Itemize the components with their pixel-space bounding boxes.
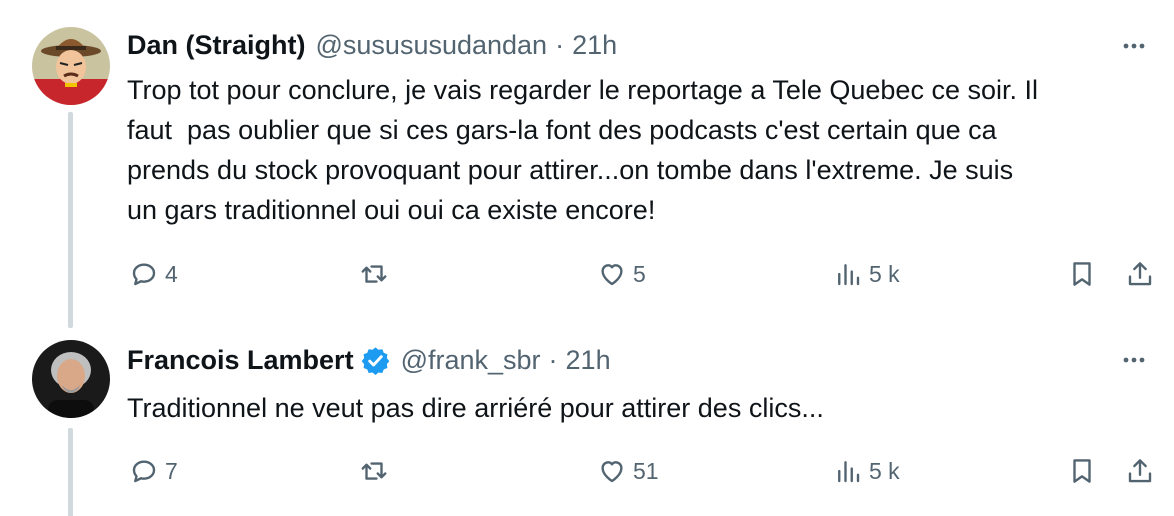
like-count: 51	[633, 457, 659, 484]
more-icon	[1123, 357, 1145, 363]
reply-count: 4	[165, 260, 178, 287]
share-icon	[1128, 262, 1152, 286]
views-icon	[838, 264, 860, 286]
views-button[interactable]: 5 k	[833, 256, 900, 292]
avatar[interactable]	[32, 27, 110, 105]
bookmark-icon	[1073, 262, 1091, 286]
separator-dot: ·	[548, 344, 558, 375]
user-handle[interactable]: @susususudandan	[316, 30, 548, 61]
share-icon	[1128, 459, 1152, 483]
verified-badge-icon[interactable]	[360, 345, 391, 376]
more-button[interactable]	[1116, 342, 1152, 378]
tweet-header: Dan (Straight) @susususudandan · 21h	[127, 27, 617, 63]
reply-icon	[132, 263, 156, 286]
avatar[interactable]	[32, 340, 110, 418]
retweet-button[interactable]	[359, 256, 395, 292]
display-name[interactable]: Francois Lambert	[127, 345, 354, 376]
view-count: 5 k	[869, 260, 900, 287]
view-count: 5 k	[869, 457, 900, 484]
reply-count: 7	[165, 457, 178, 484]
thread-line	[68, 428, 73, 516]
reply-icon	[132, 460, 156, 483]
tweet-header: Francois Lambert @frank_sbr · 21h	[127, 342, 611, 378]
tweet-thread: Dan (Straight) @susususudandan · 21h Tro…	[0, 0, 1174, 516]
reply-button[interactable]: 4	[129, 256, 178, 292]
tweet[interactable]: Dan (Straight) @susususudandan · 21h Tro…	[0, 0, 1174, 328]
retweet-icon	[361, 265, 387, 283]
tweet-text: Trop tot pour conclure, je vais regarder…	[127, 75, 1038, 225]
heart-icon	[601, 461, 623, 483]
display-name[interactable]: Dan (Straight)	[127, 30, 306, 61]
bookmark-button[interactable]	[1067, 453, 1097, 489]
timestamp[interactable]: 21h	[572, 30, 617, 61]
like-button[interactable]: 51	[597, 453, 659, 489]
reply-button[interactable]: 7	[129, 453, 178, 489]
bookmark-icon	[1073, 459, 1091, 483]
more-icon	[1123, 43, 1145, 49]
tweet-text: Traditionnel ne veut pas dire arriéré po…	[127, 393, 824, 423]
bookmark-button[interactable]	[1067, 256, 1097, 292]
tweet[interactable]: Francois Lambert @frank_sbr · 21h Tradit…	[0, 320, 1174, 516]
views-button[interactable]: 5 k	[833, 453, 900, 489]
retweet-button[interactable]	[359, 453, 395, 489]
tweet-actions: 4 5 5 k	[127, 256, 1167, 292]
tweet-actions: 7 51 5 k	[127, 453, 1167, 489]
heart-icon	[601, 264, 623, 286]
thread-line	[68, 112, 73, 328]
separator-dot: ·	[555, 29, 565, 60]
share-button[interactable]	[1125, 256, 1155, 292]
retweet-icon	[361, 462, 387, 480]
timestamp[interactable]: 21h	[566, 345, 611, 376]
user-handle[interactable]: @frank_sbr	[401, 345, 541, 376]
share-button[interactable]	[1125, 453, 1155, 489]
more-button[interactable]	[1116, 28, 1152, 64]
like-button[interactable]: 5	[597, 256, 646, 292]
views-icon	[838, 461, 860, 483]
like-count: 5	[633, 260, 646, 287]
